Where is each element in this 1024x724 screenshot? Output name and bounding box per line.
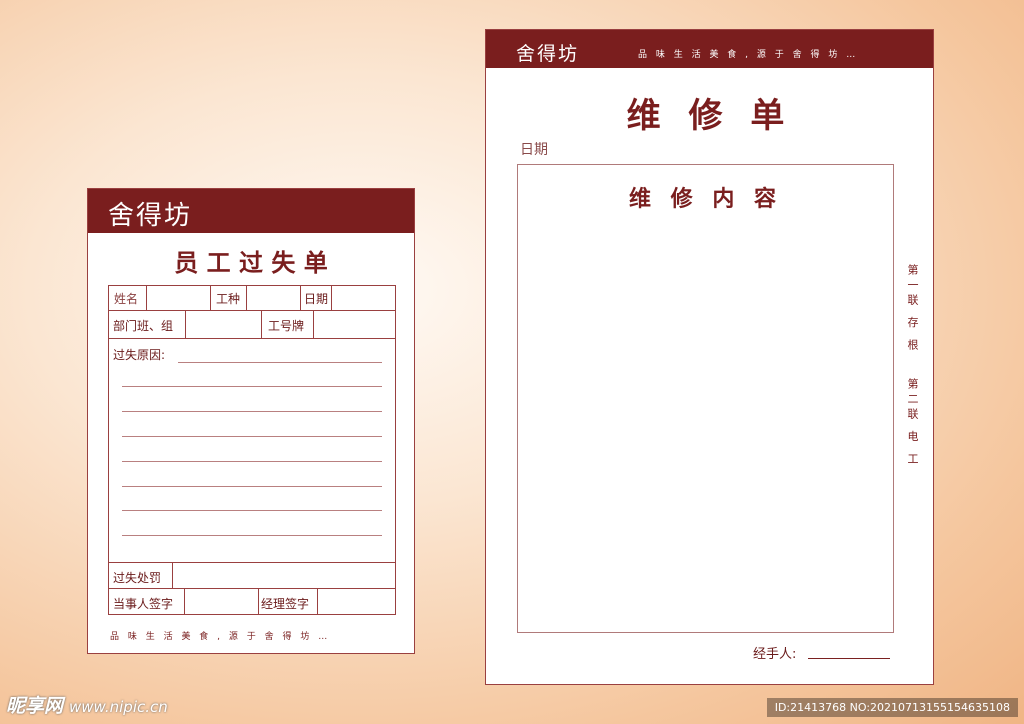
- image-id-watermark: ID:21413768 NO:20210713155154635108: [766, 698, 1018, 717]
- reason-line[interactable]: [122, 436, 382, 437]
- penalty-field[interactable]: [173, 563, 395, 588]
- reason-line[interactable]: [122, 535, 382, 536]
- job-type-field[interactable]: [247, 286, 300, 310]
- handler-label: 经手人:: [753, 647, 797, 662]
- department-label: 部门班、组: [113, 319, 174, 333]
- reason-label: 过失原因:: [113, 348, 166, 362]
- site-watermark: 昵享网 www.nipic.cn: [6, 691, 168, 718]
- col-divider: [300, 285, 301, 310]
- brand-header-bar: 舍得坊 品 味 生 活 美 食 , 源 于 舍 得 坊 …: [486, 30, 933, 68]
- brand-header-bar: 舍得坊: [88, 189, 414, 233]
- job-type-label: 工种: [216, 292, 241, 306]
- content-title: 维 修 内 容: [629, 187, 782, 212]
- repair-content-box[interactable]: [517, 164, 894, 633]
- form-title: 员 工 过 失 单: [174, 249, 328, 277]
- handler-signature-line[interactable]: [808, 658, 890, 659]
- site-url: www.nipic.cn: [69, 698, 168, 716]
- penalty-label: 过失处罚: [113, 571, 162, 585]
- repair-form: 舍得坊 品 味 生 活 美 食 , 源 于 舍 得 坊 … 维 修 单 日期 维…: [485, 29, 934, 685]
- party-signature-label: 当事人签字: [113, 597, 174, 611]
- brand-logo: 舍得坊: [108, 201, 193, 231]
- manager-signature-field[interactable]: [318, 589, 395, 615]
- reason-line[interactable]: [178, 362, 382, 363]
- employee-fault-form: 舍得坊 员 工 过 失 单 姓名 工种 日期 部门班、组 工号牌 过失原因: 过…: [87, 188, 415, 654]
- site-name: 昵享网: [6, 695, 64, 717]
- copy-label-first: 第一联 存 根: [906, 264, 919, 354]
- reason-line[interactable]: [122, 411, 382, 412]
- party-signature-field[interactable]: [185, 589, 258, 615]
- name-label: 姓名: [114, 292, 139, 306]
- row-divider: [108, 338, 396, 339]
- date-label: 日期: [520, 142, 548, 158]
- footer-slogan: 品 味 生 活 美 食 , 源 于 舍 得 坊 …: [110, 632, 331, 642]
- name-field[interactable]: [147, 286, 210, 310]
- date-field[interactable]: [332, 286, 395, 310]
- reason-line[interactable]: [122, 386, 382, 387]
- reason-line[interactable]: [122, 510, 382, 511]
- copy-label-second: 第二联 电 工: [906, 378, 919, 468]
- col-divider: [210, 285, 211, 310]
- reason-line[interactable]: [122, 461, 382, 462]
- col-divider: [261, 310, 262, 338]
- badge-field[interactable]: [314, 311, 395, 338]
- form-title: 维 修 单: [626, 96, 793, 136]
- badge-label: 工号牌: [268, 319, 305, 333]
- date-label: 日期: [304, 292, 329, 306]
- reason-line[interactable]: [122, 486, 382, 487]
- header-slogan: 品 味 生 活 美 食 , 源 于 舍 得 坊 …: [638, 50, 859, 60]
- brand-logo: 舍得坊: [516, 43, 580, 65]
- col-divider: [258, 588, 259, 615]
- department-field[interactable]: [186, 311, 261, 338]
- manager-signature-label: 经理签字: [261, 597, 310, 611]
